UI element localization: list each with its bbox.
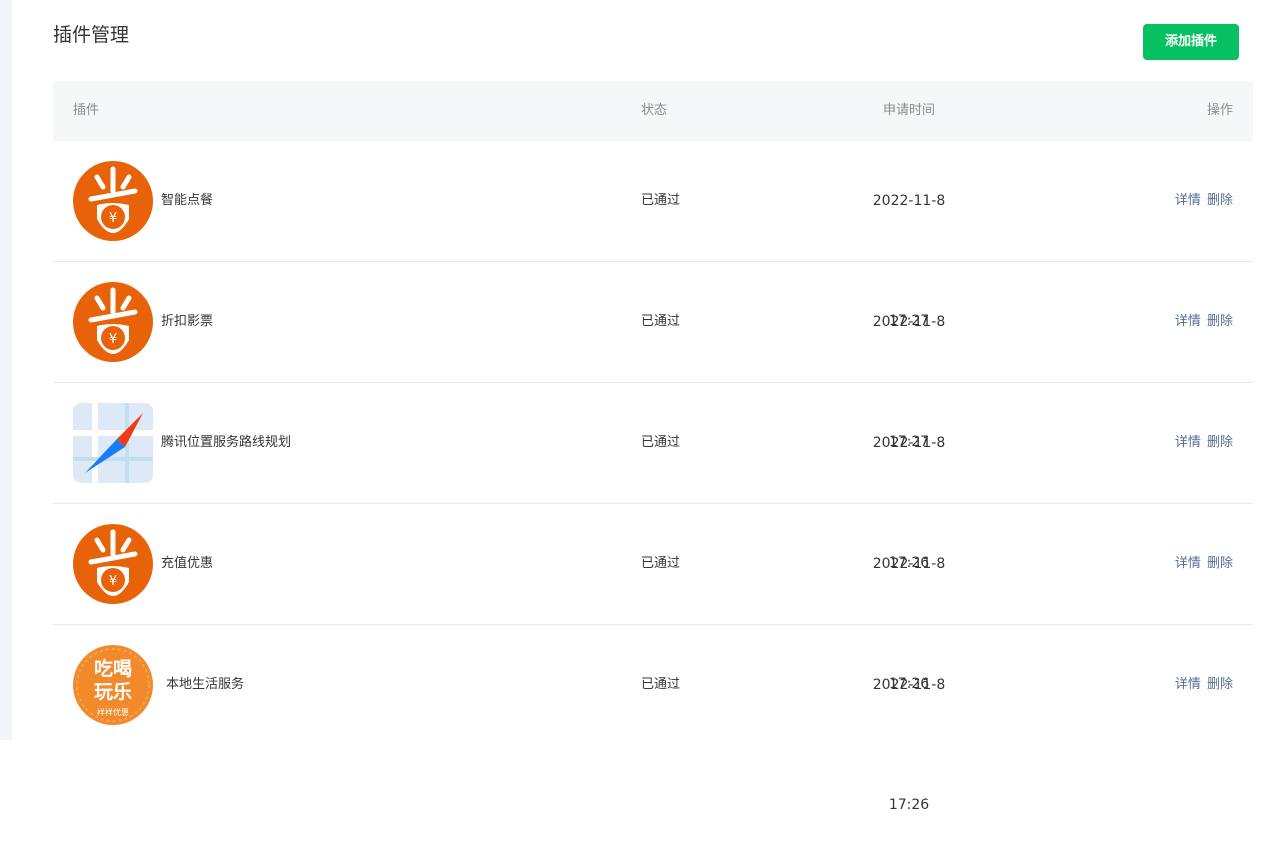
column-header-plugin: 插件 [73,103,100,118]
page-title: 插件管理 [53,24,130,46]
delete-link[interactable]: 删除 [1207,193,1233,208]
plugin-status: 已通过 [641,193,681,208]
plugin-name: 本地生活服务 [166,677,245,692]
svg-text:¥: ¥ [109,211,117,226]
column-header-time: 申请时间 [882,103,935,118]
chihe-wanle-logo-icon: 吃喝 玩乐 样样优惠 [73,645,153,725]
row-actions: 详情 删除 [1173,262,1233,382]
sheng-logo-icon: ¥ [73,282,153,362]
logo-text-bottom: 玩乐 [94,681,132,703]
logo-text-top: 吃喝 [94,657,132,680]
table-row: 腾讯位置服务路线规划 已通过 2022-11-8 17:26 详情 删除 [53,383,1253,571]
row-actions: 详情 删除 [1173,141,1233,261]
svg-text:¥: ¥ [109,574,117,589]
column-header-status: 状态 [641,103,668,118]
plugin-name: 折扣影票 [161,314,214,329]
plugin-name: 充值优惠 [161,556,214,571]
table-row: ¥ 充值优惠 已通过 2022-11-8 17:26 详情 删除 [53,504,1253,692]
detail-link[interactable]: 详情 [1175,556,1201,571]
plugin-name: 腾讯位置服务路线规划 [161,435,292,450]
add-plugin-button[interactable]: 添加插件 [1143,24,1239,60]
delete-link[interactable]: 删除 [1207,314,1233,329]
detail-link[interactable]: 详情 [1175,193,1201,208]
plugin-table: 插件 状态 申请时间 操作 ¥ 智能点餐 已通过 2022-11-8 17:27… [53,81,1253,813]
detail-link[interactable]: 详情 [1175,314,1201,329]
row-actions: 详情 删除 [1173,504,1233,624]
column-header-actions: 操作 [1206,103,1233,118]
plugin-status: 已通过 [641,435,681,450]
plugin-name: 智能点餐 [161,193,214,208]
map-compass-icon [73,403,153,483]
plugin-status: 已通过 [641,556,681,571]
sheng-logo-icon: ¥ [73,524,153,604]
row-actions: 详情 删除 [1173,383,1233,503]
delete-link[interactable]: 删除 [1207,435,1233,450]
table-row: ¥ 折扣影票 已通过 2022-11-8 17:27 详情 删除 [53,262,1253,450]
table-row: ¥ 智能点餐 已通过 2022-11-8 17:27 详情 删除 [53,141,1253,329]
sidebar-edge [0,0,12,740]
plugin-status: 已通过 [641,314,681,329]
delete-link[interactable]: 删除 [1207,556,1233,571]
row-actions: 详情 删除 [1173,625,1233,745]
detail-link[interactable]: 详情 [1175,677,1201,692]
sheng-logo-icon: ¥ [73,161,153,241]
svg-text:¥: ¥ [109,332,117,347]
detail-link[interactable]: 详情 [1175,435,1201,450]
table-header: 插件 状态 申请时间 操作 [53,81,1253,141]
table-row: 吃喝 玩乐 样样优惠 本地生活服务 已通过 2022-11-8 17:26 详情… [53,625,1253,813]
delete-link[interactable]: 删除 [1207,677,1233,692]
logo-text-ring: 样样优惠 [97,707,129,717]
plugin-status: 已通过 [641,677,681,692]
plugin-apply-time: 2022-11-8 17:26 [872,677,946,813]
